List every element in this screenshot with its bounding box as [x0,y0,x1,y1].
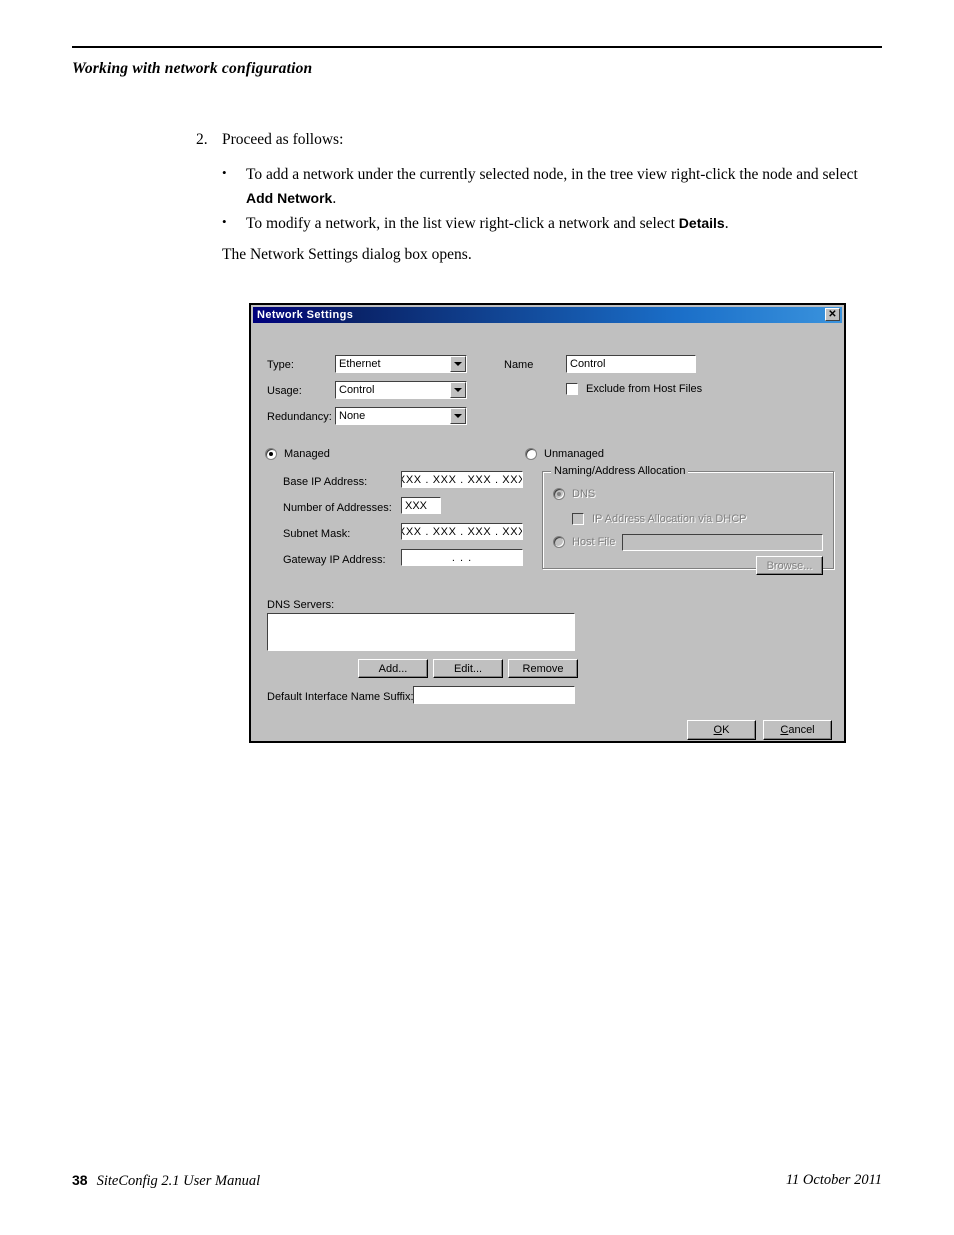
dns-servers-label: DNS Servers: [267,599,335,611]
close-icon[interactable]: ✕ [825,308,840,321]
bullet-2-bold: Details [678,215,725,231]
number-of-addresses-label: Number of Addresses: [283,502,392,514]
usage-value: Control [339,384,375,396]
bullet-glyph: • [222,214,227,229]
ok-label-rest: K [722,724,730,736]
usage-label: Usage: [267,385,302,397]
radio-mark [265,448,277,460]
running-head: Working with network configuration [72,60,313,77]
chevron-down-icon[interactable] [450,408,466,424]
name-label: Name [504,359,534,371]
page-number: 38 [72,1172,88,1188]
remove-dns-server-button[interactable]: Remove [508,659,578,678]
dhcp-allocation-checkbox[interactable]: IP Address Allocation via DHCP [572,513,746,525]
exclude-from-host-files-label: Exclude from Host Files [586,383,703,395]
bullet-1-bold: Add Network [246,190,333,207]
radio-mark [553,536,565,548]
chevron-down-icon[interactable] [450,356,466,372]
bullet-list-item: • To modify a network, in the list view … [222,212,882,236]
add-dns-server-button[interactable]: Add... [358,659,428,678]
default-interface-name-suffix-input[interactable] [413,686,575,704]
radio-mark [525,448,537,460]
unmanaged-radio[interactable]: Unmanaged [525,448,604,460]
number-of-addresses-input[interactable]: XXX [401,497,441,514]
naming-address-allocation-group: Naming/Address Allocation DNS IP Address… [542,465,834,575]
footer-left: 38 SiteConfig 2.1 User Manual [72,1172,260,1190]
dialog-title-bar: Network Settings ✕ [253,307,842,323]
exclude-from-host-files-checkbox[interactable]: Exclude from Host Files [566,383,702,395]
redundancy-select[interactable]: None [335,407,467,425]
host-file-radio[interactable]: Host File [553,536,615,548]
network-settings-dialog: Network Settings ✕ Type: Ethernet Usage:… [249,303,846,743]
type-select[interactable]: Ethernet [335,355,467,373]
ok-accelerator: O [713,724,723,736]
bullet-text: To modify a network, in the list view ri… [246,212,882,236]
gateway-ip-address-input[interactable]: . . . [401,549,523,566]
bullet-2-pre: To modify a network, in the list view ri… [246,215,679,232]
checkbox-box [566,383,578,395]
chevron-down-icon[interactable] [450,382,466,398]
footer-date: 11 October 2011 [785,1172,882,1188]
dialog-title: Network Settings [257,309,354,321]
subnet-mask-label: Subnet Mask: [283,528,351,540]
bullet-2-post: . [724,215,729,232]
host-file-label: Host File [572,536,616,548]
dns-servers-listbox[interactable] [267,613,575,651]
ok-button[interactable]: OK [687,720,756,740]
managed-label: Managed [284,448,330,460]
redundancy-value: None [339,410,366,422]
bullet-1-post: . [332,190,337,208]
cancel-button[interactable]: Cancel [763,720,832,740]
cancel-accelerator: C [780,724,789,736]
redundancy-label: Redundancy: [267,411,332,423]
dhcp-allocation-label: IP Address Allocation via DHCP [592,513,747,525]
radio-mark [553,488,565,500]
step-text: Proceed as follows: [222,131,344,148]
base-ip-address-label: Base IP Address: [283,476,368,488]
checkbox-box [572,513,584,525]
dialog-client-area: Type: Ethernet Usage: Control Redundancy… [253,323,842,741]
browse-button[interactable]: Browse... [756,556,823,575]
subnet-mask-input[interactable]: XXX . XXX . XXX . XXX [401,523,523,540]
closing-paragraph: The Network Settings dialog box opens. [222,246,472,263]
step-item: 2. Proceed as follows: [196,131,343,149]
default-interface-name-suffix-label: Default Interface Name Suffix: [267,691,414,703]
dns-label: DNS [572,488,596,500]
bullet-text: To add a network under the currently sel… [246,163,882,211]
step-number: 2. [196,131,208,148]
dns-radio[interactable]: DNS [553,488,595,500]
name-input[interactable]: Control [566,355,696,373]
host-file-input[interactable] [622,534,823,551]
bullet-1-pre: To add a network under the currently sel… [246,166,858,183]
type-value: Ethernet [339,358,381,370]
base-ip-address-input[interactable]: XXX . XXX . XXX . XXX [401,471,523,488]
usage-select[interactable]: Control [335,381,467,399]
cancel-label-rest: ancel [788,724,815,736]
manual-title: SiteConfig 2.1 User Manual [96,1173,261,1189]
unmanaged-label: Unmanaged [544,448,604,460]
edit-dns-server-button[interactable]: Edit... [433,659,503,678]
managed-radio[interactable]: Managed [265,448,330,460]
header-rule [72,46,882,48]
gateway-ip-address-label: Gateway IP Address: [283,554,386,566]
naming-address-allocation-title: Naming/Address Allocation [551,465,689,477]
type-label: Type: [267,359,294,371]
bullet-glyph: • [222,165,227,180]
bullet-list-item: • To add a network under the currently s… [222,163,882,211]
